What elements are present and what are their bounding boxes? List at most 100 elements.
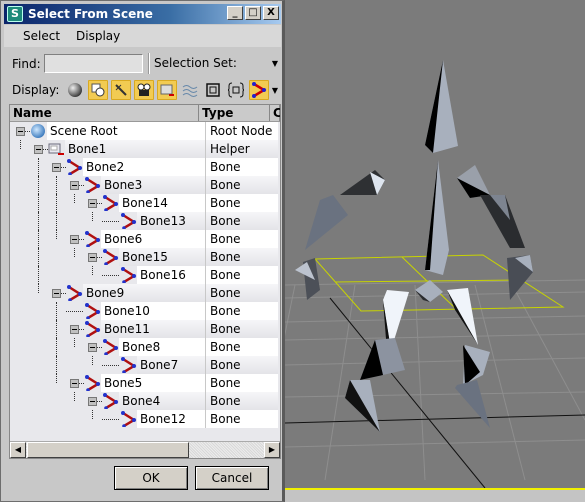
find-input[interactable] bbox=[44, 54, 143, 73]
node-name[interactable]: Bone13 bbox=[140, 212, 186, 230]
node-name[interactable]: Bone15 bbox=[122, 248, 168, 266]
display-geometry-toggle[interactable] bbox=[65, 80, 85, 100]
table-row[interactable]: Bone8 Bone bbox=[10, 338, 280, 356]
tree-connector bbox=[56, 302, 57, 320]
bone-pelvis bbox=[415, 280, 443, 302]
node-name[interactable]: Scene Root bbox=[50, 122, 118, 140]
node-type: Bone bbox=[205, 284, 278, 302]
table-row[interactable]: Bone2 Bone bbox=[10, 158, 280, 176]
horizontal-scrollbar[interactable]: ◀ ▶ bbox=[10, 441, 280, 458]
display-helpers-toggle[interactable] bbox=[157, 80, 178, 100]
column-header-c[interactable]: C bbox=[270, 105, 280, 121]
node-type: Bone bbox=[205, 320, 278, 338]
viewport-perspective[interactable] bbox=[285, 0, 585, 502]
tree-connector bbox=[92, 212, 93, 221]
title-bar[interactable]: S Select From Scene _ □ X bbox=[4, 4, 281, 24]
tree-connector bbox=[56, 194, 57, 212]
column-header-name[interactable]: Name bbox=[10, 105, 200, 121]
ok-button[interactable]: OK bbox=[114, 466, 188, 490]
scroll-right-arrow[interactable]: ▶ bbox=[264, 442, 280, 458]
node-name[interactable]: Bone5 bbox=[104, 374, 142, 392]
table-row[interactable]: Bone12 Bone bbox=[10, 410, 280, 428]
close-button[interactable]: X bbox=[263, 6, 279, 20]
node-name[interactable]: Bone6 bbox=[104, 230, 142, 248]
chevron-down-icon[interactable]: ▼ bbox=[272, 86, 278, 95]
node-name[interactable]: Bone12 bbox=[140, 410, 186, 428]
collapse-toggle[interactable] bbox=[88, 343, 97, 352]
collapse-toggle[interactable] bbox=[52, 289, 61, 298]
scroll-thumb[interactable] bbox=[27, 442, 189, 458]
node-name[interactable]: Bone14 bbox=[122, 194, 168, 212]
node-name[interactable]: Bone16 bbox=[140, 266, 186, 284]
collapse-toggle[interactable] bbox=[70, 325, 79, 334]
collapse-toggle[interactable] bbox=[88, 397, 97, 406]
tree-connector bbox=[56, 374, 57, 383]
table-row[interactable]: Bone15 Bone bbox=[10, 248, 280, 266]
node-name[interactable]: Bone3 bbox=[104, 176, 142, 194]
display-spacewarps-toggle[interactable] bbox=[180, 80, 200, 100]
xref-icon bbox=[228, 82, 245, 98]
minimize-button[interactable]: _ bbox=[227, 6, 243, 20]
shapes-icon bbox=[91, 83, 105, 97]
table-row[interactable]: Bone4 Bone bbox=[10, 392, 280, 410]
chevron-down-icon[interactable]: ▼ bbox=[272, 59, 278, 68]
node-name[interactable]: Bone11 bbox=[104, 320, 150, 338]
display-groups-toggle[interactable] bbox=[203, 80, 223, 100]
node-name[interactable]: Bone2 bbox=[86, 158, 124, 176]
collapse-toggle[interactable] bbox=[16, 127, 25, 136]
cancel-button[interactable]: Cancel bbox=[195, 466, 269, 490]
node-type: Bone bbox=[205, 392, 278, 410]
tree-connector bbox=[74, 248, 75, 257]
table-row[interactable]: Scene Root Root Node bbox=[10, 122, 280, 140]
collapse-toggle[interactable] bbox=[88, 199, 97, 208]
table-row[interactable]: Bone13 Bone bbox=[10, 212, 280, 230]
table-row[interactable]: Bone10 Bone bbox=[10, 302, 280, 320]
node-type: Bone bbox=[205, 212, 278, 230]
tree-connector bbox=[20, 140, 21, 149]
light-icon bbox=[115, 84, 128, 96]
collapse-toggle[interactable] bbox=[70, 379, 79, 388]
display-bones-toggle[interactable] bbox=[249, 80, 270, 100]
table-row[interactable]: Bone9 Bone bbox=[10, 284, 280, 302]
collapse-toggle[interactable] bbox=[52, 163, 61, 172]
column-header-type[interactable]: Type bbox=[199, 105, 270, 121]
menu-display[interactable]: Display bbox=[68, 29, 128, 43]
bone-icon bbox=[66, 285, 83, 302]
node-name[interactable]: Bone4 bbox=[122, 392, 160, 410]
table-row[interactable]: Bone11 Bone bbox=[10, 320, 280, 338]
name-cell: Bone16 bbox=[10, 266, 205, 284]
bone-left-upper-arm bbox=[305, 195, 348, 250]
node-type: Bone bbox=[205, 266, 278, 284]
maximize-button[interactable]: □ bbox=[245, 6, 261, 20]
collapse-toggle[interactable] bbox=[70, 235, 79, 244]
bone-icon bbox=[120, 213, 137, 230]
find-bar: Find: Selection Set: ▼ bbox=[4, 53, 281, 75]
node-name[interactable]: Bone8 bbox=[122, 338, 160, 356]
node-name[interactable]: Bone10 bbox=[104, 302, 150, 320]
bone-icon bbox=[120, 411, 137, 428]
table-row[interactable]: Bone5 Bone bbox=[10, 374, 280, 392]
scroll-left-arrow[interactable]: ◀ bbox=[10, 442, 26, 458]
table-row[interactable]: Bone6 Bone bbox=[10, 230, 280, 248]
tree-connector bbox=[56, 212, 57, 230]
collapse-toggle[interactable] bbox=[70, 181, 79, 190]
collapse-toggle[interactable] bbox=[88, 253, 97, 262]
table-row[interactable]: Bone3 Bone bbox=[10, 176, 280, 194]
display-shapes-toggle[interactable] bbox=[88, 80, 109, 100]
selection-set-dropdown[interactable]: Selection Set: bbox=[154, 56, 237, 70]
node-name[interactable]: Bone1 bbox=[68, 140, 106, 158]
table-row[interactable]: Bone16 Bone bbox=[10, 266, 280, 284]
tree-connector bbox=[102, 365, 119, 366]
node-name[interactable]: Bone9 bbox=[86, 284, 124, 302]
display-xrefs-toggle[interactable] bbox=[226, 80, 246, 100]
table-row[interactable]: Bone7 Bone bbox=[10, 356, 280, 374]
node-name[interactable]: Bone7 bbox=[140, 356, 178, 374]
display-lights-toggle[interactable] bbox=[111, 80, 132, 100]
display-cameras-toggle[interactable] bbox=[134, 80, 155, 100]
sphere-icon bbox=[68, 83, 83, 97]
node-type: Bone bbox=[205, 194, 278, 212]
table-row[interactable]: Bone14 Bone bbox=[10, 194, 280, 212]
menu-select[interactable]: Select bbox=[4, 29, 68, 43]
collapse-toggle[interactable] bbox=[34, 145, 43, 154]
table-row[interactable]: Bone1 Helper bbox=[10, 140, 280, 158]
